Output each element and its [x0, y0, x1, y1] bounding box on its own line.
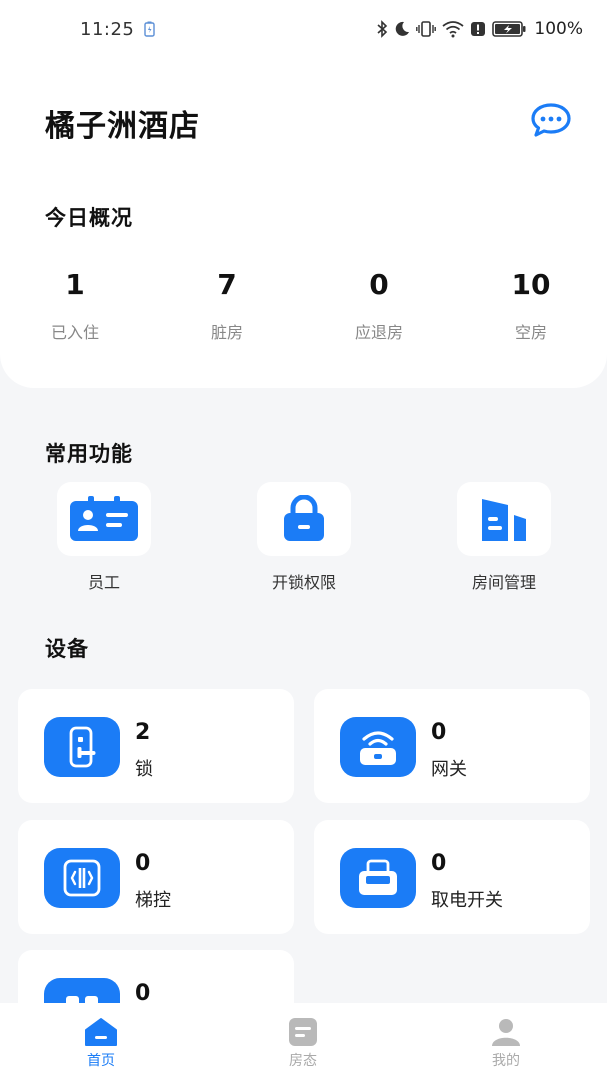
bottom-nav: 首页 房态 我的 — [0, 1003, 607, 1080]
function-label: 开锁权限 — [271, 573, 336, 592]
vibrate-icon — [416, 20, 437, 38]
device-card-power-switch[interactable]: 0 取电开关 — [314, 820, 590, 934]
stat-due-checkout[interactable]: 0 应退房 — [319, 268, 439, 343]
home-icon — [85, 1018, 117, 1046]
device-name: 梯控 — [135, 890, 171, 911]
padlock-icon — [284, 495, 324, 541]
nav-label: 房态 — [289, 1053, 317, 1069]
device-count: 0 — [431, 851, 447, 876]
device-count: 0 — [135, 851, 151, 876]
stat-label: 应退房 — [354, 323, 403, 342]
function-tile[interactable] — [57, 482, 151, 556]
profile-icon — [492, 1019, 520, 1046]
device-name: 锁 — [135, 759, 153, 780]
alert-icon — [470, 21, 486, 37]
stat-label: 已入住 — [50, 323, 99, 342]
function-staff[interactable]: 员工 — [24, 482, 184, 593]
stat-label: 空房 — [514, 323, 547, 342]
wifi-icon — [442, 20, 464, 38]
function-room-management[interactable]: 房间管理 — [424, 482, 584, 593]
device-count: 0 — [431, 720, 447, 745]
function-label: 员工 — [87, 573, 120, 592]
stat-dirty-rooms[interactable]: 7 脏房 — [167, 268, 287, 343]
stat-vacant-rooms[interactable]: 10 空房 — [471, 268, 591, 343]
hotel-title: 橘子洲酒店 — [45, 109, 200, 144]
id-card-icon — [70, 496, 138, 541]
door-lock-icon — [69, 726, 96, 768]
bluetooth-icon — [376, 20, 388, 38]
stat-value: 10 — [511, 268, 551, 301]
status-icons: 100% — [376, 18, 583, 40]
overview-title: 今日概况 — [45, 206, 133, 230]
status-time: 11:25 — [80, 19, 135, 40]
card-switch-icon — [359, 859, 397, 895]
stat-value: 7 — [217, 268, 237, 301]
device-icon-tile — [340, 717, 416, 777]
moon-icon — [394, 21, 410, 37]
nav-profile[interactable]: 我的 — [446, 1003, 566, 1080]
device-card-lock[interactable]: 2 锁 — [18, 689, 294, 803]
function-label: 房间管理 — [471, 573, 536, 592]
battery-icon — [492, 20, 526, 38]
status-bar: 11:25 100% — [0, 0, 607, 60]
devices-title: 设备 — [45, 637, 89, 661]
chat-bubble-icon[interactable] — [530, 102, 572, 138]
device-count: 2 — [135, 720, 151, 745]
room-status-icon — [289, 1018, 317, 1046]
device-card-gateway[interactable]: 0 网关 — [314, 689, 590, 803]
gateway-wifi-icon — [360, 731, 396, 765]
stat-value: 1 — [65, 268, 85, 301]
stat-label: 脏房 — [210, 323, 243, 342]
elevator-icon — [63, 859, 101, 897]
nav-label: 我的 — [492, 1053, 520, 1069]
device-name: 取电开关 — [431, 890, 503, 911]
stat-value: 0 — [369, 268, 389, 301]
device-card-elevator[interactable]: 0 梯控 — [18, 820, 294, 934]
stat-checked-in[interactable]: 1 已入住 — [15, 268, 135, 343]
nav-home[interactable]: 首页 — [41, 1003, 161, 1080]
nav-label: 首页 — [87, 1053, 115, 1069]
device-icon-tile — [44, 717, 120, 777]
nav-room-status[interactable]: 房态 — [243, 1003, 363, 1080]
device-icon-tile — [340, 848, 416, 908]
battery-percent: 100% — [534, 19, 583, 39]
functions-title: 常用功能 — [45, 442, 133, 466]
charging-icon — [144, 21, 155, 37]
device-icon-tile — [44, 848, 120, 908]
buildings-icon — [482, 499, 526, 541]
function-tile[interactable] — [257, 482, 351, 556]
function-tile[interactable] — [457, 482, 551, 556]
function-unlock-permission[interactable]: 开锁权限 — [224, 482, 384, 593]
device-name: 网关 — [431, 759, 467, 780]
